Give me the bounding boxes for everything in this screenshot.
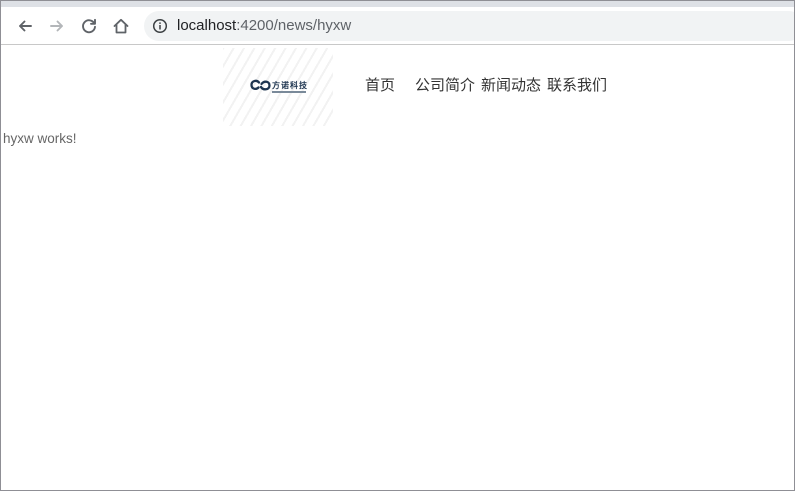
url-path: :4200/news/hyxw: [236, 17, 352, 34]
arrow-left-icon: [19, 20, 32, 32]
site-header: 方诺科技 首页 公司简介 新闻动态 联系我们: [1, 45, 794, 127]
reload-icon: [82, 18, 96, 34]
reload-button[interactable]: [76, 13, 102, 39]
forward-button[interactable]: [44, 13, 70, 39]
page-content: 方诺科技 首页 公司简介 新闻动态 联系我们 hyxw works!: [1, 45, 794, 490]
home-button[interactable]: [108, 13, 134, 39]
url-host: localhost: [177, 17, 237, 34]
nav-item-home[interactable]: 首页: [365, 74, 395, 95]
url-text[interactable]: localhost:4200/news/hyxw: [177, 17, 351, 34]
browser-window: localhost:4200/news/hyxw 方诺科技 首页 公司简介 新闻…: [0, 0, 795, 491]
site-logo[interactable]: 方诺科技: [223, 48, 333, 126]
logo-text: 方诺科技: [272, 81, 308, 90]
arrow-right-icon: [50, 20, 63, 32]
main-nav: 首页 公司简介 新闻动态 联系我们: [365, 74, 607, 95]
nav-item-about[interactable]: 公司简介: [415, 74, 475, 95]
logo-mark-icon: [250, 79, 271, 91]
back-button[interactable]: [12, 13, 38, 39]
component-output-text: hyxw works!: [3, 131, 77, 146]
address-bar[interactable]: localhost:4200/news/hyxw: [144, 11, 794, 41]
logo-underline: [272, 91, 306, 93]
nav-item-contact[interactable]: 联系我们: [547, 74, 607, 95]
home-icon: [113, 18, 129, 34]
info-icon[interactable]: [152, 18, 168, 34]
browser-toolbar: localhost:4200/news/hyxw: [1, 7, 794, 45]
nav-item-news[interactable]: 新闻动态: [481, 74, 541, 95]
